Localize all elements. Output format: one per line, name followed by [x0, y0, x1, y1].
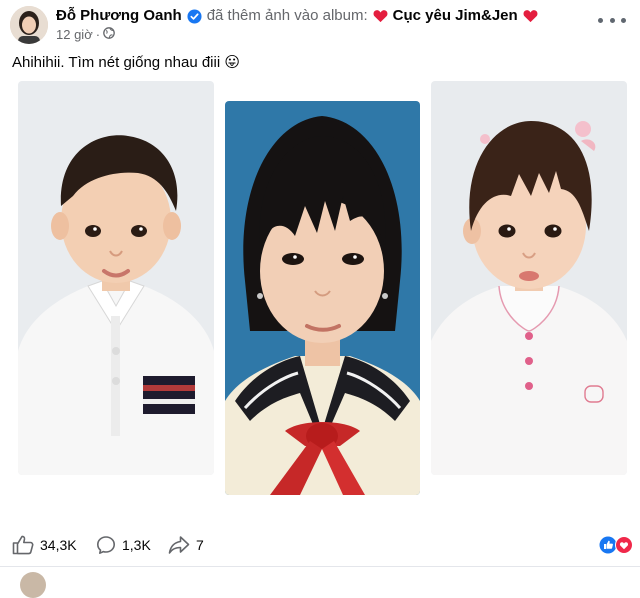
- post-action-text: đã thêm ảnh vào album:: [206, 7, 368, 24]
- verified-badge-icon: [187, 8, 202, 24]
- thumbs-up-icon: [12, 535, 34, 555]
- heart-icon: [373, 9, 388, 23]
- post-text: Ahihihii. Tìm nét giống nhau điii 😛: [12, 54, 240, 72]
- post-meta: 12 giờ ·: [56, 27, 115, 42]
- share-count: 7: [196, 537, 204, 553]
- comment-button[interactable]: 1,3K: [96, 535, 151, 555]
- author-name[interactable]: Đỗ Phương Oanh: [56, 7, 182, 25]
- dot-icon: [598, 17, 603, 23]
- globe-icon[interactable]: [103, 27, 115, 42]
- like-count: 34,3K: [40, 537, 77, 553]
- divider: [0, 566, 640, 567]
- post-caption: Ahihihii. Tìm nét giống nhau điii: [12, 54, 221, 71]
- photo-baby-girl[interactable]: [431, 81, 627, 475]
- share-icon: [168, 536, 190, 554]
- share-button[interactable]: 7: [168, 535, 204, 555]
- reaction-summary[interactable]: [599, 536, 633, 554]
- comment-icon: [97, 536, 115, 554]
- photo-baby-boy[interactable]: [18, 81, 214, 475]
- post-header-line: Đỗ Phương Oanh đã thêm ảnh vào album: Cụ…: [56, 7, 543, 25]
- post-timestamp[interactable]: 12 giờ: [56, 27, 93, 42]
- dot-icon: [621, 17, 626, 23]
- album-name-link[interactable]: Cục yêu Jim&Jen: [393, 7, 518, 25]
- dot-icon: [609, 17, 615, 23]
- like-button[interactable]: 34,3K: [12, 535, 77, 555]
- author-avatar[interactable]: [10, 6, 48, 44]
- heart-icon: [523, 9, 538, 23]
- love-reaction-icon: [615, 536, 633, 554]
- tongue-emoji-icon: 😛: [224, 54, 240, 71]
- photo-girl-uniform[interactable]: [225, 101, 420, 495]
- comment-count: 1,3K: [122, 537, 151, 553]
- like-reaction-icon: [599, 536, 617, 554]
- more-options-button[interactable]: [598, 11, 626, 29]
